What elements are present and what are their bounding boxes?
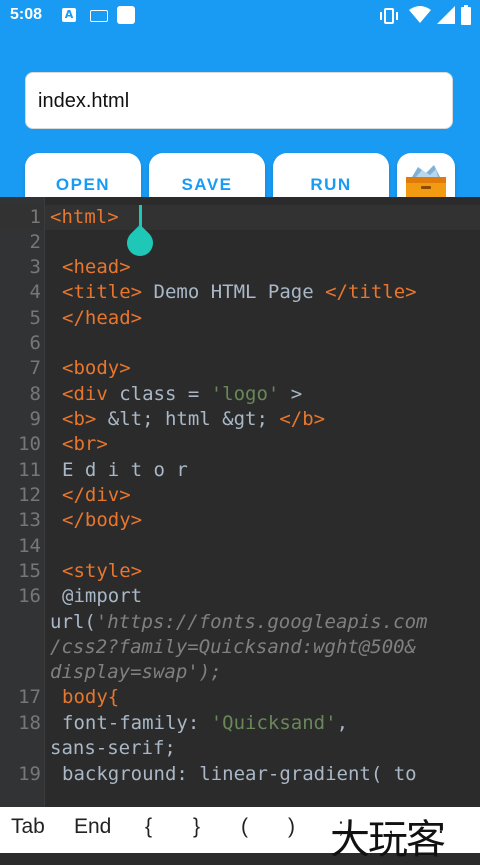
line-number: 15 [18,560,41,582]
code-token: <head> [62,256,131,278]
code-token: 'https://fonts.googleapis.com [95,611,428,633]
code-line: </body> [62,508,480,533]
code-line: @import [62,584,480,609]
code-line: /css2?family=Quicksand:wght@500& [50,635,478,660]
line-number: 7 [29,357,41,379]
code-token: E d i t o r [62,459,188,481]
code-token: </div> [62,484,131,506]
code-token: 'Quicksand' [210,712,337,734]
line-number: 5 [29,307,41,329]
line-number: 2 [29,231,41,253]
key-end[interactable]: End [74,815,111,839]
code-line: <b> &lt; html &gt; </b> [62,407,480,432]
watermark-logo: 大玩客 [330,817,446,863]
shortcut-key-bar: Tab End { } ( ) ; , . 大玩客 [0,807,480,863]
code-token: &lt; html &gt; [96,408,280,430]
line-number: 13 [18,509,41,531]
battery-icon [461,5,471,25]
filename-input[interactable]: index.html [25,72,453,129]
code-token: display=swap' [50,661,199,683]
code-token: <div [62,383,108,405]
code-token: , [336,712,349,734]
code-line: E d i t o r [62,458,480,483]
code-token: /css2?family=Quicksand:wght@500& [50,636,417,658]
code-token: </head> [62,307,143,329]
key-open-paren[interactable]: ( [241,815,248,839]
code-token: <title> [62,281,143,303]
line-number: 18 [18,712,41,734]
notification-a-icon: A [62,8,76,22]
line-number: 1 [29,206,41,228]
status-time: 5:08 [10,6,43,23]
code-token: <br> [62,433,108,455]
key-open-brace[interactable]: { [145,815,152,839]
code-line: <br> [62,432,480,457]
line-number: 4 [29,281,41,303]
code-line: url('https://fonts.googleapis.com [50,610,478,635]
code-line: display=swap'); [50,660,478,685]
code-line: </head> [62,306,480,331]
wifi-icon [409,6,431,23]
key-tab[interactable]: Tab [11,815,45,839]
code-line: <body> [62,356,480,381]
code-token: </body> [62,509,143,531]
keyboard-icon [90,10,108,22]
code-line: sans-serif; [50,736,478,761]
line-number: 9 [29,408,41,430]
line-number: 6 [29,332,41,354]
code-line: font-family: 'Quicksand', [62,711,480,736]
key-close-paren[interactable]: ) [288,815,295,839]
vibrate-icon [380,8,398,24]
code-token: </title> [325,281,417,303]
code-token: @import [62,585,143,607]
code-line: </div> [62,483,480,508]
code-token: body{ [62,686,120,708]
code-token: 'logo' [210,383,280,405]
code-token: > [279,383,303,405]
gutter-divider [44,197,45,807]
code-line: body{ [62,685,480,710]
code-line: <html> [50,205,478,230]
code-token: <style> [62,560,143,582]
line-number: 12 [18,484,41,506]
code-token: <html> [50,206,119,228]
code-line: background: linear-gradient( to [62,762,480,787]
code-token: ); [198,661,222,683]
line-number: 19 [18,763,41,785]
line-number: 16 [18,585,41,607]
code-token: font-family: [62,712,211,734]
status-bar: 5:08 A [0,0,480,32]
line-number: 10 [18,433,41,455]
code-token: <body> [62,357,131,379]
code-token: background: linear-gradient( to [62,763,417,785]
code-token: <b> [62,408,97,430]
line-number: 11 [18,459,41,481]
line-number: 8 [29,383,41,405]
code-editor[interactable]: 1 2 3 4 5 6 7 8 9 10 11 12 13 14 15 16 1… [0,197,480,807]
code-line: <head> [62,255,480,280]
key-close-brace[interactable]: } [193,815,200,839]
line-number: 17 [18,686,41,708]
signal-icon [437,6,455,24]
code-token: sans-serif; [50,737,176,759]
code-line: <div class = 'logo' > [62,382,480,407]
code-line: <style> [62,559,480,584]
toolbar-header: index.html OPEN SAVE RUN [0,32,480,216]
code-token: Demo HTML Page [142,281,326,303]
code-token: class = [107,383,211,405]
line-number: 3 [29,256,41,278]
notification-square-icon [117,6,135,24]
code-token: url( [50,611,96,633]
line-number: 14 [18,535,41,557]
code-line: <title> Demo HTML Page </title> [62,280,480,305]
code-token: </b> [279,408,326,430]
